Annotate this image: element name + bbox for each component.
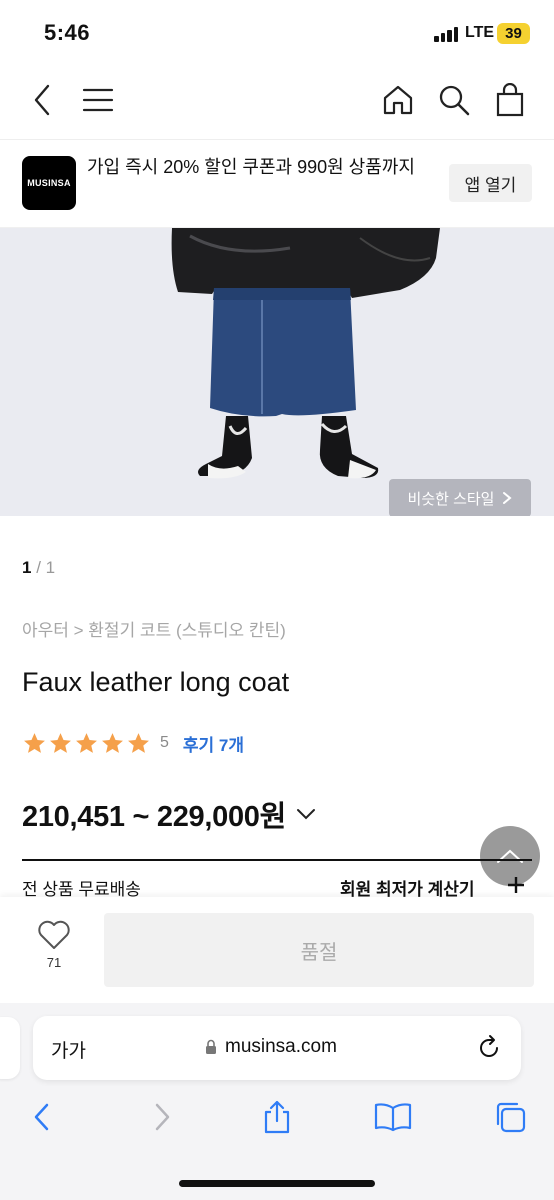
breadcrumb[interactable]: 아우터 > 환절기 코트 (스튜디오 칸틴) xyxy=(22,616,286,641)
chevron-right-icon xyxy=(503,492,513,504)
pager-current: 1 xyxy=(22,558,32,577)
review-count-link[interactable]: 후기 7개 xyxy=(183,731,244,756)
similar-style-label: 비슷한 스타일 xyxy=(407,490,495,508)
bookmarks-icon[interactable] xyxy=(373,1097,413,1137)
browser-forward-icon[interactable] xyxy=(142,1097,182,1137)
rating-stars xyxy=(22,731,151,756)
share-icon[interactable] xyxy=(257,1097,297,1137)
chevron-up-icon xyxy=(497,849,523,863)
signal-icon xyxy=(434,27,460,42)
text-size-button[interactable]: 가가 xyxy=(51,1036,86,1063)
star-icon xyxy=(102,732,123,753)
browser-back-icon[interactable] xyxy=(22,1097,62,1137)
pager-total: / 1 xyxy=(36,558,56,577)
like-count: 71 xyxy=(46,955,62,970)
network-type: LTE xyxy=(465,24,495,41)
price-range: 210,451 ~ 229,000원 xyxy=(22,801,286,833)
reload-icon[interactable] xyxy=(475,1034,503,1062)
soldout-button[interactable]: 품절 xyxy=(104,913,534,987)
star-icon xyxy=(50,732,71,753)
url-display[interactable]: musinsa.com xyxy=(205,1036,337,1058)
product-photo xyxy=(0,228,554,516)
product-image[interactable]: 비슷한 스타일 xyxy=(0,228,554,516)
section-divider xyxy=(22,859,532,861)
bag-icon[interactable] xyxy=(490,80,530,120)
menu-icon[interactable] xyxy=(78,80,118,120)
like-button[interactable]: 71 xyxy=(30,919,78,979)
address-bar[interactable]: 가가 musinsa.com xyxy=(33,1016,521,1080)
rating-row: 5 후기 7개 xyxy=(22,730,244,756)
image-pager: 1 / 1 xyxy=(22,558,55,578)
rating-value: 5 xyxy=(160,734,169,751)
open-app-button[interactable]: 앱 열기 xyxy=(449,164,532,202)
heart-icon xyxy=(38,920,70,949)
home-icon[interactable] xyxy=(378,80,418,120)
star-icon xyxy=(128,732,149,753)
plus-icon[interactable] xyxy=(506,875,526,895)
battery-icon: 39 xyxy=(497,23,530,44)
star-icon xyxy=(76,732,97,753)
chevron-down-icon[interactable] xyxy=(296,807,316,821)
musinsa-logo: MUSINSA xyxy=(22,156,76,210)
app-install-banner: MUSINSA 가입 즉시 20% 할인 쿠폰과 990원 상품까지 앱 열기 xyxy=(0,140,554,228)
home-indicator xyxy=(179,1180,375,1187)
url-text: musinsa.com xyxy=(225,1036,337,1057)
product-title: Faux leather long coat xyxy=(22,667,290,697)
previous-tab-preview[interactable] xyxy=(0,1017,20,1079)
status-bar: 5:46 LTE 39 xyxy=(0,0,554,64)
top-nav-bar xyxy=(0,64,554,140)
lock-icon xyxy=(206,1039,216,1054)
status-time: 5:46 xyxy=(44,20,91,45)
similar-style-button[interactable]: 비슷한 스타일 xyxy=(389,479,531,516)
purchase-bar: 71 품절 xyxy=(0,897,554,1003)
back-icon[interactable] xyxy=(22,80,62,120)
star-icon xyxy=(24,732,45,753)
banner-message: 가입 즉시 20% 할인 쿠폰과 990원 상품까지 xyxy=(87,157,415,177)
tabs-icon[interactable] xyxy=(490,1097,530,1137)
search-icon[interactable] xyxy=(434,80,474,120)
price-row[interactable]: 210,451 ~ 229,000원 xyxy=(22,793,316,835)
